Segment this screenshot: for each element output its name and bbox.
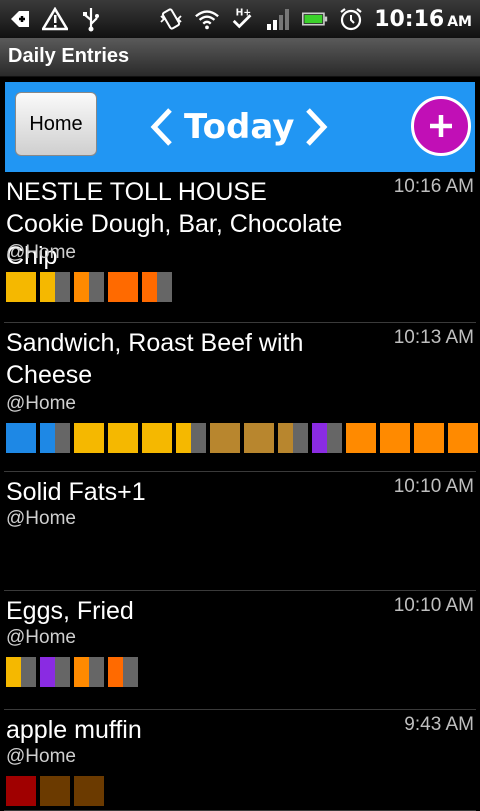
list-item[interactable]: Eggs, Fried 10:10 AM @Home bbox=[4, 591, 476, 710]
add-entry-button[interactable] bbox=[411, 96, 471, 156]
food-group-block-partial bbox=[108, 657, 138, 687]
signal-icon bbox=[266, 6, 292, 32]
entry-location: @Home bbox=[6, 508, 76, 529]
entry-name: Solid Fats+1 bbox=[6, 478, 146, 506]
food-group-fill bbox=[40, 272, 55, 302]
food-group-remainder bbox=[123, 657, 138, 687]
hspa-data-icon: H+ bbox=[230, 6, 256, 32]
food-group-block bbox=[40, 776, 70, 806]
entry-time: 10:16 AM bbox=[393, 176, 474, 197]
food-group-bars bbox=[6, 423, 480, 453]
food-group-block bbox=[108, 272, 138, 302]
status-left-icons bbox=[6, 6, 104, 32]
entry-list: NESTLE TOLL HOUSE Cookie Dough, Bar, Cho… bbox=[0, 172, 480, 811]
food-group-remainder bbox=[327, 423, 342, 453]
food-group-block-partial bbox=[74, 657, 104, 687]
usb-debug-icon bbox=[6, 6, 32, 32]
list-item[interactable]: apple muffin 9:43 AM @Home bbox=[4, 710, 476, 811]
date-navigator: Today bbox=[150, 100, 328, 154]
plus-icon bbox=[430, 115, 452, 137]
food-group-block bbox=[244, 423, 274, 453]
food-group-block bbox=[6, 776, 36, 806]
food-group-block-partial bbox=[40, 657, 70, 687]
food-group-fill bbox=[74, 272, 89, 302]
battery-icon bbox=[302, 6, 328, 32]
home-button[interactable]: Home bbox=[15, 92, 97, 156]
food-group-block bbox=[6, 423, 36, 453]
food-group-block bbox=[108, 423, 138, 453]
food-group-block bbox=[210, 423, 240, 453]
entry-time: 9:43 AM bbox=[404, 714, 474, 735]
entry-location: @Home bbox=[6, 393, 76, 414]
food-group-remainder bbox=[55, 423, 70, 453]
previous-day-chevron-icon[interactable] bbox=[150, 107, 174, 147]
food-group-block-partial bbox=[74, 272, 104, 302]
food-group-block-partial bbox=[312, 423, 342, 453]
entry-location: @Home bbox=[6, 242, 76, 263]
list-item[interactable]: Solid Fats+1 10:10 AM @Home bbox=[4, 472, 476, 591]
food-group-fill bbox=[176, 423, 191, 453]
list-item[interactable]: NESTLE TOLL HOUSE Cookie Dough, Bar, Cho… bbox=[4, 172, 476, 323]
vibrate-icon bbox=[158, 6, 184, 32]
title-bar: Daily Entries bbox=[0, 38, 480, 77]
entry-location: @Home bbox=[6, 746, 76, 767]
status-bar: H+ 10:16 AM bbox=[0, 0, 480, 38]
food-group-fill bbox=[312, 423, 327, 453]
food-group-block bbox=[74, 776, 104, 806]
entry-name: apple muffin bbox=[6, 716, 142, 744]
food-group-bars bbox=[6, 657, 142, 687]
food-group-remainder bbox=[55, 657, 70, 687]
food-group-block bbox=[142, 423, 172, 453]
food-group-block bbox=[380, 423, 410, 453]
food-group-block bbox=[74, 423, 104, 453]
food-group-remainder bbox=[293, 423, 308, 453]
current-day-label: Today bbox=[184, 107, 295, 147]
page-title: Daily Entries bbox=[8, 45, 130, 67]
status-clock: 10:16 AM bbox=[374, 6, 472, 32]
next-day-chevron-icon[interactable] bbox=[304, 107, 328, 147]
food-group-bars bbox=[6, 776, 108, 806]
list-item[interactable]: Sandwich, Roast Beef with Cheese 10:13 AM… bbox=[4, 323, 478, 472]
date-toolbar: Home Today bbox=[5, 82, 475, 172]
food-group-block-partial bbox=[142, 272, 172, 302]
food-group-fill bbox=[74, 657, 89, 687]
entry-name: Sandwich, Roast Beef with Cheese bbox=[6, 329, 304, 389]
food-group-bars bbox=[6, 272, 176, 302]
wifi-icon bbox=[194, 6, 220, 32]
food-group-remainder bbox=[89, 657, 104, 687]
food-group-remainder bbox=[157, 272, 172, 302]
food-group-fill bbox=[6, 657, 21, 687]
warning-icon bbox=[42, 6, 68, 32]
entry-time: 10:10 AM bbox=[393, 595, 474, 616]
food-group-fill bbox=[142, 272, 157, 302]
food-group-block bbox=[346, 423, 376, 453]
entry-name: Eggs, Fried bbox=[6, 597, 134, 625]
food-group-remainder bbox=[89, 272, 104, 302]
food-group-block bbox=[6, 272, 36, 302]
food-group-block-partial bbox=[40, 423, 70, 453]
alarm-icon bbox=[338, 6, 364, 32]
food-group-block bbox=[414, 423, 444, 453]
food-group-block-partial bbox=[40, 272, 70, 302]
food-group-block bbox=[448, 423, 478, 453]
food-group-fill bbox=[40, 657, 55, 687]
food-group-remainder bbox=[55, 272, 70, 302]
entry-time: 10:10 AM bbox=[393, 476, 474, 497]
usb-icon bbox=[78, 6, 104, 32]
status-right-icons: H+ 10:16 AM bbox=[158, 6, 472, 32]
food-group-remainder bbox=[21, 657, 36, 687]
food-group-block-partial bbox=[176, 423, 206, 453]
food-group-block-partial bbox=[278, 423, 308, 453]
food-group-fill bbox=[278, 423, 293, 453]
entry-location: @Home bbox=[6, 627, 76, 648]
food-group-fill bbox=[108, 657, 123, 687]
entry-time: 10:13 AM bbox=[393, 327, 474, 348]
food-group-fill bbox=[40, 423, 55, 453]
food-group-remainder bbox=[191, 423, 206, 453]
food-group-block-partial bbox=[6, 657, 36, 687]
